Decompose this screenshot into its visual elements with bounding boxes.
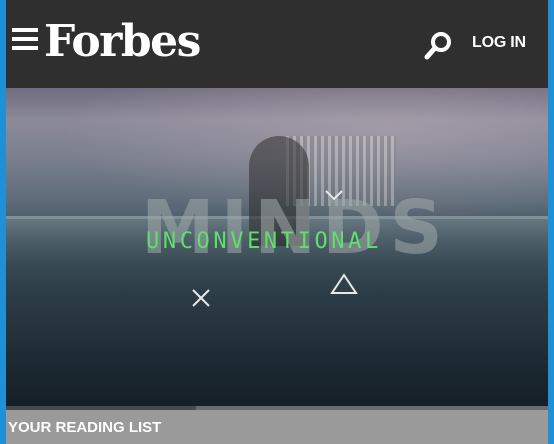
reading-progress-fill (6, 406, 196, 410)
window-edge (548, 0, 554, 444)
chevron-down-icon (325, 190, 343, 201)
hero-title: UNCONVENTIONAL (146, 229, 382, 254)
forbes-logo[interactable]: Forbes (44, 14, 201, 70)
reading-progress-bar (6, 406, 548, 410)
site-header: Forbes LOG IN (6, 0, 548, 88)
close-icon (192, 289, 210, 307)
app-frame: Forbes LOG IN MINDS UNCONVENTIONAL YOUR … (6, 0, 548, 444)
login-button[interactable]: LOG IN (472, 34, 526, 52)
triangle-icon (330, 273, 358, 294)
reading-list-bar[interactable]: YOUR READING LIST (6, 406, 548, 444)
video-hero[interactable]: MINDS UNCONVENTIONAL (6, 88, 548, 406)
reading-list-label: YOUR READING LIST (8, 419, 162, 436)
hamburger-menu-icon[interactable] (12, 28, 38, 50)
search-icon[interactable] (422, 30, 454, 62)
